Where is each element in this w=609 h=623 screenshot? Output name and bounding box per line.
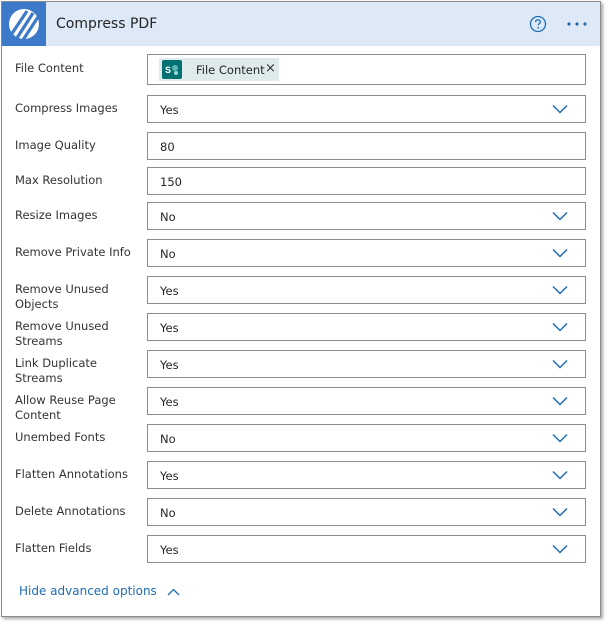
card-header: Compress PDF bbox=[2, 2, 600, 46]
svg-text:S: S bbox=[165, 65, 171, 75]
chevron-down-icon bbox=[552, 507, 568, 517]
file-content-label: File Content bbox=[15, 61, 84, 75]
remove-private-info-label: Remove Private Info bbox=[15, 245, 131, 259]
sharepoint-icon: S bbox=[162, 60, 182, 79]
flatten-annotations-label: Flatten Annotations bbox=[15, 467, 128, 481]
image-quality-label: Image Quality bbox=[15, 138, 96, 152]
card-title: Compress PDF bbox=[56, 16, 158, 32]
file-content-input[interactable]: S File Content × bbox=[147, 54, 586, 85]
dropdown-value: No bbox=[160, 432, 176, 446]
image-quality-input[interactable]: 80 bbox=[147, 132, 586, 160]
help-circle-icon[interactable] bbox=[529, 15, 547, 33]
chevron-down-icon bbox=[552, 104, 568, 114]
remove-unused-streams-dropdown[interactable]: Yes bbox=[147, 313, 586, 341]
dropdown-value: Yes bbox=[160, 321, 179, 335]
chevron-down-icon bbox=[552, 248, 568, 258]
striped-logo-icon bbox=[2, 2, 46, 46]
compress-pdf-card: Compress PDF File Content S File Content… bbox=[1, 1, 601, 617]
dropdown-value: Yes bbox=[160, 103, 179, 117]
hide-advanced-options-label: Hide advanced options bbox=[19, 584, 157, 598]
allow-reuse-page-content-dropdown[interactable]: Yes bbox=[147, 387, 586, 415]
compress-images-dropdown[interactable]: Yes bbox=[147, 95, 586, 123]
dropdown-value: No bbox=[160, 506, 176, 520]
unembed-fonts-label: Unembed Fonts bbox=[15, 430, 106, 444]
chevron-down-icon bbox=[552, 359, 568, 369]
delete-annotations-dropdown[interactable]: No bbox=[147, 498, 586, 526]
chevron-up-icon bbox=[167, 588, 180, 595]
hide-advanced-options-link[interactable]: Hide advanced options bbox=[19, 584, 180, 598]
resize-images-dropdown[interactable]: No bbox=[147, 202, 586, 230]
chevron-down-icon bbox=[552, 396, 568, 406]
dropdown-value: Yes bbox=[160, 358, 179, 372]
delete-annotations-label: Delete Annotations bbox=[15, 504, 126, 518]
chevron-down-icon bbox=[552, 544, 568, 554]
dropdown-value: Yes bbox=[160, 469, 179, 483]
chevron-down-icon bbox=[552, 322, 568, 332]
link-duplicate-streams-dropdown[interactable]: Yes bbox=[147, 350, 586, 378]
max-resolution-input[interactable]: 150 bbox=[147, 167, 586, 195]
dropdown-value: Yes bbox=[160, 395, 179, 409]
token-label: File Content bbox=[196, 63, 265, 77]
chevron-down-icon bbox=[552, 470, 568, 480]
input-value: 150 bbox=[160, 175, 182, 189]
flatten-fields-label: Flatten Fields bbox=[15, 541, 92, 555]
remove-unused-objects-label: Remove Unused Objects bbox=[15, 282, 109, 311]
max-resolution-label: Max Resolution bbox=[15, 173, 103, 187]
link-duplicate-streams-label: Link Duplicate Streams bbox=[15, 356, 97, 385]
unembed-fonts-dropdown[interactable]: No bbox=[147, 424, 586, 452]
close-icon[interactable]: × bbox=[265, 61, 276, 76]
dropdown-value: No bbox=[160, 210, 176, 224]
remove-private-info-dropdown[interactable]: No bbox=[147, 239, 586, 267]
input-value: 80 bbox=[160, 140, 175, 154]
flatten-fields-dropdown[interactable]: Yes bbox=[147, 535, 586, 563]
compress-images-label: Compress Images bbox=[15, 101, 118, 115]
dropdown-value: Yes bbox=[160, 284, 179, 298]
file-content-token[interactable]: S File Content × bbox=[159, 58, 279, 81]
remove-unused-streams-label: Remove Unused Streams bbox=[15, 319, 109, 348]
allow-reuse-page-content-label: Allow Reuse Page Content bbox=[15, 393, 116, 422]
chevron-down-icon bbox=[552, 285, 568, 295]
dropdown-value: No bbox=[160, 247, 176, 261]
more-ellipsis-icon[interactable] bbox=[566, 16, 588, 32]
chevron-down-icon bbox=[552, 211, 568, 221]
flatten-annotations-dropdown[interactable]: Yes bbox=[147, 461, 586, 489]
dropdown-value: Yes bbox=[160, 543, 179, 557]
chevron-down-icon bbox=[552, 433, 568, 443]
remove-unused-objects-dropdown[interactable]: Yes bbox=[147, 276, 586, 304]
resize-images-label: Resize Images bbox=[15, 208, 98, 222]
